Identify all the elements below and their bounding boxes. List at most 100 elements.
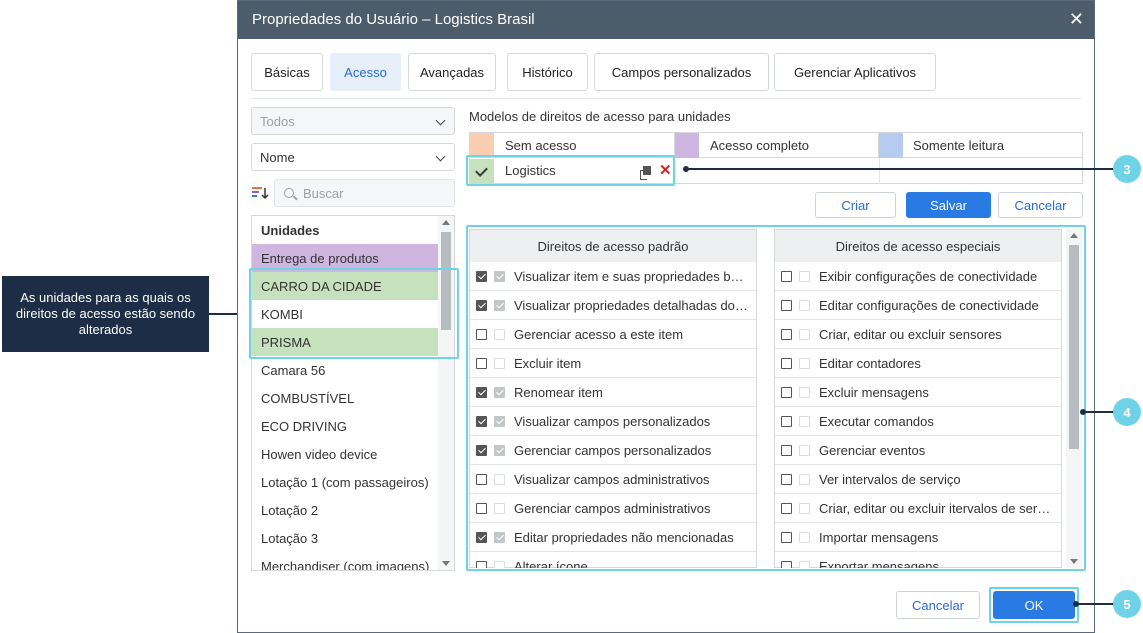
special-right-row[interactable]: Criar, editar ou excluir itervalos de se… xyxy=(775,494,1061,523)
tab-avancadas[interactable]: Avançadas xyxy=(408,53,496,91)
standard-right-row[interactable]: Visualizar item e suas propriedades bási… xyxy=(470,262,756,291)
list-item[interactable]: Lotação 2 xyxy=(252,496,440,524)
tab-gerenciar-aplicativos[interactable]: Gerenciar Aplicativos xyxy=(774,53,936,91)
special-right-row[interactable]: Executar comandos xyxy=(775,407,1061,436)
list-item[interactable]: KOMBI xyxy=(252,300,440,328)
user-properties-dialog: Propriedades do Usuário – Logistics Bras… xyxy=(237,0,1095,633)
checkbox[interactable] xyxy=(781,561,792,568)
checkbox[interactable] xyxy=(476,445,487,456)
standard-right-row[interactable]: Editar propriedades não mencionadas xyxy=(470,523,756,552)
special-right-row[interactable]: Exportar mensagens xyxy=(775,552,1061,568)
tab-basicas[interactable]: Básicas xyxy=(251,53,323,91)
standard-right-row[interactable]: Gerenciar campos administrativos xyxy=(470,494,756,523)
checkbox[interactable] xyxy=(781,532,792,543)
sort-icon[interactable] xyxy=(251,184,269,202)
tab-acesso[interactable]: Acesso xyxy=(330,53,401,91)
close-icon[interactable]: ✕ xyxy=(1069,9,1084,29)
standard-right-row[interactable]: Gerenciar acesso a este item xyxy=(470,320,756,349)
checkbox[interactable] xyxy=(476,358,487,369)
search-input[interactable]: Buscar xyxy=(274,179,455,207)
cancel-models-button[interactable]: Cancelar xyxy=(998,192,1083,218)
legend-no-access: Sem acesso xyxy=(494,133,675,158)
standard-right-row[interactable]: Alterar ícone xyxy=(470,552,756,568)
save-button[interactable]: Salvar xyxy=(906,192,991,218)
scroll-down-icon[interactable] xyxy=(1070,559,1078,564)
checkbox[interactable] xyxy=(781,358,792,369)
checkbox[interactable] xyxy=(781,474,792,485)
ok-button[interactable]: OK xyxy=(993,591,1075,619)
list-item[interactable]: Merchandiser (com imagens) xyxy=(252,552,440,571)
inherited-checkbox xyxy=(799,329,810,340)
annotation-line-template xyxy=(686,168,1114,170)
list-item[interactable]: Lotação 1 (com passageiros) xyxy=(252,468,440,496)
unit-type-select[interactable]: Todos xyxy=(251,107,455,135)
checkbox[interactable] xyxy=(476,387,487,398)
delete-icon[interactable]: ✕ xyxy=(659,161,672,179)
inherited-checkbox xyxy=(494,358,505,369)
checkbox[interactable] xyxy=(781,387,792,398)
scrollbar-thumb[interactable] xyxy=(441,232,451,330)
standard-right-row[interactable]: Gerenciar campos personalizados xyxy=(470,436,756,465)
checkbox[interactable] xyxy=(476,271,487,282)
scrollbar-thumb[interactable] xyxy=(1069,245,1079,449)
checkbox[interactable] xyxy=(476,561,487,568)
checkbox[interactable] xyxy=(476,300,487,311)
inherited-checkbox xyxy=(799,561,810,568)
unit-list-header: Unidades xyxy=(261,222,320,238)
list-item[interactable]: Entrega de produtos xyxy=(252,244,440,272)
inherited-checkbox xyxy=(494,561,505,568)
checkbox[interactable] xyxy=(476,532,487,543)
scroll-up-icon[interactable] xyxy=(1070,233,1078,238)
models-divider xyxy=(879,158,880,184)
special-right-row[interactable]: Criar, editar ou excluir sensores xyxy=(775,320,1061,349)
tab-historico[interactable]: Histórico xyxy=(507,53,588,91)
create-button[interactable]: Criar xyxy=(815,192,896,218)
standard-right-row[interactable]: Visualizar propriedades detalhadas do it… xyxy=(470,291,756,320)
list-item[interactable]: Lotação 3 xyxy=(252,524,440,552)
checkbox[interactable] xyxy=(476,503,487,514)
check-icon xyxy=(470,159,494,184)
unit-list: Unidades Entrega de produtos CARRO DA CI… xyxy=(251,215,455,571)
cancel-button[interactable]: Cancelar xyxy=(896,591,980,619)
special-right-row[interactable]: Gerenciar eventos xyxy=(775,436,1061,465)
standard-rights-column: Direitos de acesso padrão Visualizar ite… xyxy=(469,229,757,568)
list-item[interactable]: Camara 56 xyxy=(252,356,440,384)
checkbox[interactable] xyxy=(781,503,792,514)
scroll-up-icon[interactable] xyxy=(442,220,450,225)
checkbox[interactable] xyxy=(781,271,792,282)
special-right-row[interactable]: Editar contadores xyxy=(775,349,1061,378)
special-right-row[interactable]: Importar mensagens xyxy=(775,523,1061,552)
special-right-row[interactable]: Editar configurações de conectividade xyxy=(775,291,1061,320)
list-item[interactable]: Howen video device xyxy=(252,440,440,468)
list-item[interactable]: ECO DRIVING xyxy=(252,412,440,440)
standard-right-row[interactable]: Renomear item xyxy=(470,378,756,407)
checkbox[interactable] xyxy=(476,329,487,340)
special-right-row[interactable]: Ver intervalos de serviço xyxy=(775,465,1061,494)
checkbox[interactable] xyxy=(476,416,487,427)
special-right-row[interactable]: Exibir configurações de conectividade xyxy=(775,262,1061,291)
special-right-row[interactable]: Excluir mensagens xyxy=(775,378,1061,407)
inherited-checkbox xyxy=(799,300,810,311)
inherited-checkbox xyxy=(799,358,810,369)
checkbox[interactable] xyxy=(781,329,792,340)
models-divider xyxy=(674,158,675,184)
list-item[interactable]: PRISMA xyxy=(252,328,440,356)
checkbox[interactable] xyxy=(476,474,487,485)
copy-icon[interactable] xyxy=(640,166,651,180)
template-row-logistics[interactable]: Logistics ✕ xyxy=(470,159,674,184)
list-item[interactable]: COMBUSTÍVEL xyxy=(252,384,440,412)
tab-campos-personalizados[interactable]: Campos personalizados xyxy=(594,53,769,91)
rights-scrollbar[interactable] xyxy=(1066,229,1082,568)
standard-right-row[interactable]: Visualizar campos personalizados xyxy=(470,407,756,436)
list-item[interactable]: CARRO DA CIDADE xyxy=(252,272,440,300)
standard-right-row[interactable]: Excluir item xyxy=(470,349,756,378)
scroll-down-icon[interactable] xyxy=(442,561,450,566)
checkbox[interactable] xyxy=(781,300,792,311)
checkbox[interactable] xyxy=(781,445,792,456)
checkbox[interactable] xyxy=(781,416,792,427)
special-rights-header: Direitos de acesso especiais xyxy=(775,230,1061,262)
unit-list-scrollbar[interactable] xyxy=(438,216,454,570)
sort-select[interactable]: Nome xyxy=(251,143,455,171)
standard-right-row[interactable]: Visualizar campos administrativos xyxy=(470,465,756,494)
search-icon xyxy=(284,188,294,198)
